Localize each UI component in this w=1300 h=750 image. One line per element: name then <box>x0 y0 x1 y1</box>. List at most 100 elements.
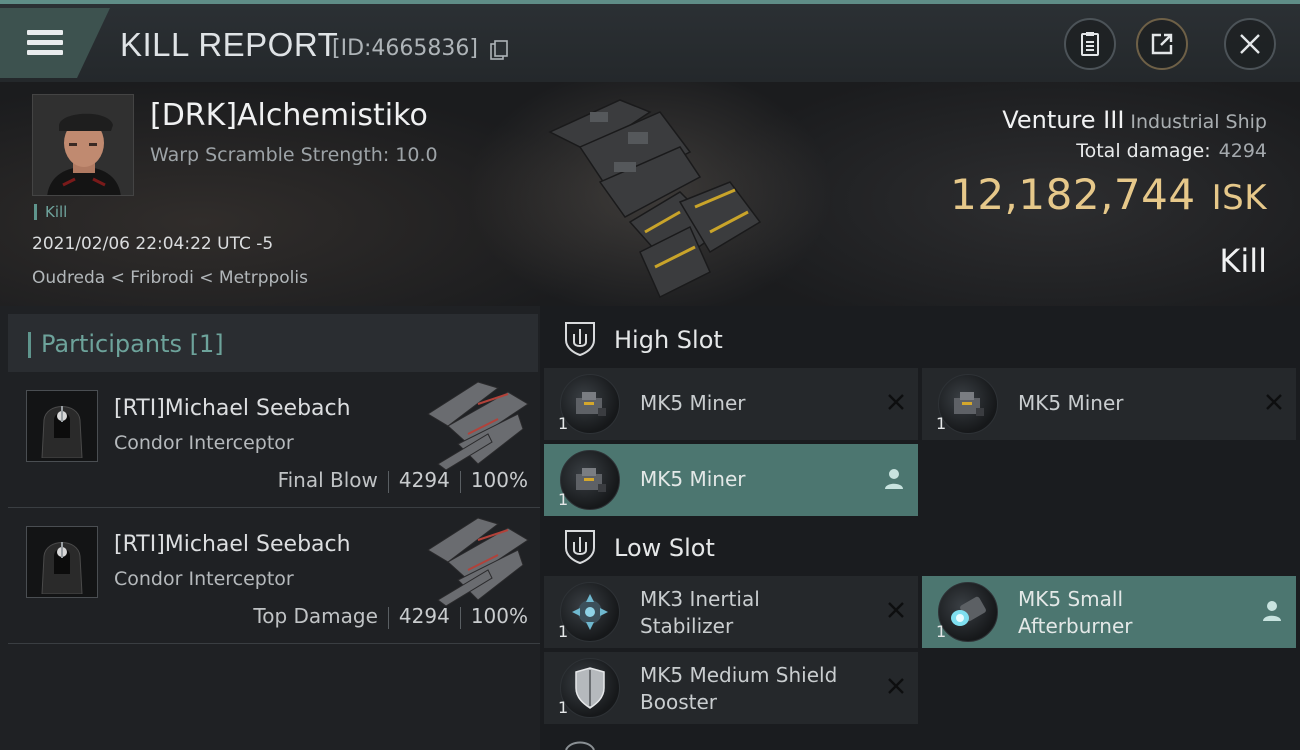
participant-role: Final Blow <box>277 468 378 492</box>
participant-ship-image <box>427 517 529 607</box>
destroyed-icon <box>1266 394 1282 410</box>
participant-stats: Top Damage 4294 100% <box>253 604 528 629</box>
stabilizer-icon <box>560 582 620 642</box>
miner-icon <box>560 450 620 510</box>
kill-location: Oudreda < Fribrodi < Metrppolis <box>32 268 308 288</box>
kill-tag: Kill <box>34 204 67 220</box>
total-damage: Total damage: 4294 <box>1076 140 1267 162</box>
participant-role: Top Damage <box>253 604 378 628</box>
copy-icon[interactable] <box>490 40 508 60</box>
participant-stats: Final Blow 4294 100% <box>278 468 528 493</box>
top-bar: KILL REPORT [ID:4665836] <box>0 0 1300 82</box>
stat-divider <box>459 606 461 629</box>
participant-damage: 4294 <box>398 604 450 628</box>
share-button[interactable] <box>1136 18 1188 70</box>
participant-ship-image <box>427 381 529 471</box>
victim-ship-image <box>548 99 762 299</box>
menu-icon <box>27 30 63 56</box>
person-icon <box>885 469 903 489</box>
module-slot[interactable]: 1 MK5 Miner <box>544 444 918 516</box>
stat-divider <box>387 470 389 493</box>
module-name: MK5 Miner <box>1018 391 1124 415</box>
module-slot[interactable]: 1 MK5 Small Afterburner <box>922 576 1296 648</box>
victim-ship: Venture III Industrial Ship <box>1002 106 1267 134</box>
helmet-icon <box>41 542 83 594</box>
module-name-line1: MK3 Inertial <box>640 587 760 611</box>
module-quantity: 1 <box>936 414 947 433</box>
participant-percent: 100% <box>470 604 528 628</box>
helmet-icon <box>41 406 83 458</box>
module-name: MK5 Miner <box>640 391 746 415</box>
module-name-line2: Booster <box>640 690 717 714</box>
module-quantity: 1 <box>558 490 569 509</box>
participant-name: [RTI]Michael Seebach <box>114 396 351 421</box>
total-damage-label: Total damage: <box>1076 140 1211 162</box>
close-button[interactable] <box>1224 18 1276 70</box>
ship-class: Industrial Ship <box>1130 111 1267 133</box>
next-section-peek-icon <box>565 741 595 750</box>
stat-divider <box>459 470 461 493</box>
stat-divider <box>387 606 389 629</box>
victim-name: [DRK]Alchemistiko <box>150 98 428 133</box>
victim-summary: [DRK]Alchemistiko Warp Scramble Strength… <box>0 82 1300 306</box>
module-name-line2: Afterburner <box>1018 614 1133 638</box>
module-name-line1: MK5 Small <box>1018 587 1123 611</box>
module-slot[interactable]: 1 MK5 Medium Shield Booster <box>544 652 918 724</box>
isk-value: 12,182,744 ISK <box>950 170 1267 219</box>
destroyed-icon <box>888 394 904 410</box>
result-label: Kill <box>1219 242 1267 280</box>
low-slot-icon <box>565 530 595 564</box>
report-id: [ID:4665836] <box>332 36 478 61</box>
shield-booster-icon <box>560 658 620 718</box>
miner-icon <box>560 374 620 434</box>
module-quantity: 1 <box>558 414 569 433</box>
warp-scramble-strength: Warp Scramble Strength: 10.0 <box>150 144 438 166</box>
module-slot[interactable]: 1 MK5 Miner <box>922 368 1296 440</box>
page-title: KILL REPORT <box>120 26 339 63</box>
victim-portrait[interactable] <box>32 94 134 196</box>
isk-amount: 12,182,744 <box>950 170 1196 219</box>
menu-button[interactable] <box>0 8 110 78</box>
participants-panel: Participants [1] [RTI]Michael Seebach Co… <box>0 306 540 750</box>
isk-unit: ISK <box>1211 178 1267 218</box>
participant-damage: 4294 <box>398 468 450 492</box>
low-slot-header: Low Slot <box>550 522 1290 574</box>
pilot-avatar <box>33 95 133 195</box>
participants-header: Participants [1] <box>41 330 224 358</box>
close-icon <box>1240 34 1260 54</box>
person-icon <box>1263 601 1281 621</box>
destroyed-icon <box>888 678 904 694</box>
module-name-line1: MK5 Medium Shield <box>640 663 838 687</box>
fitting-panel: High Slot 1 MK5 Miner 1 MK5 Miner 1 MK5 … <box>540 306 1300 750</box>
total-damage-value: 4294 <box>1218 140 1267 162</box>
module-quantity: 1 <box>558 622 569 641</box>
kill-datetime: 2021/02/06 22:04:22 UTC -5 <box>32 234 274 254</box>
participant-percent: 100% <box>470 468 528 492</box>
participant-row[interactable]: [RTI]Michael Seebach Condor Interceptor … <box>8 372 540 508</box>
clipboard-button[interactable] <box>1064 18 1116 70</box>
low-slot-title: Low Slot <box>614 534 715 562</box>
miner-icon <box>938 374 998 434</box>
destroyed-icon <box>888 602 904 618</box>
share-icon <box>1151 33 1173 55</box>
module-name-line2: Stabilizer <box>640 614 734 638</box>
module-name: MK5 Miner <box>640 467 746 491</box>
high-slot-icon <box>565 322 595 356</box>
participant-ship: Condor Interceptor <box>114 568 294 590</box>
participant-avatar <box>26 526 98 598</box>
ship-name: Venture III <box>1002 106 1125 134</box>
participant-name: [RTI]Michael Seebach <box>114 532 351 557</box>
afterburner-icon <box>938 582 998 642</box>
participant-ship: Condor Interceptor <box>114 432 294 454</box>
module-slot[interactable]: 1 MK5 Miner <box>544 368 918 440</box>
module-slot[interactable]: 1 MK3 Inertial Stabilizer <box>544 576 918 648</box>
module-quantity: 1 <box>936 622 947 641</box>
module-quantity: 1 <box>558 698 569 717</box>
participant-avatar <box>26 390 98 462</box>
high-slot-title: High Slot <box>614 326 723 354</box>
participant-row[interactable]: [RTI]Michael Seebach Condor Interceptor … <box>8 508 540 644</box>
participants-tab[interactable]: Participants [1] <box>8 314 538 372</box>
high-slot-header: High Slot <box>550 314 1290 366</box>
clipboard-icon <box>1081 32 1099 56</box>
tab-indicator <box>28 332 31 358</box>
